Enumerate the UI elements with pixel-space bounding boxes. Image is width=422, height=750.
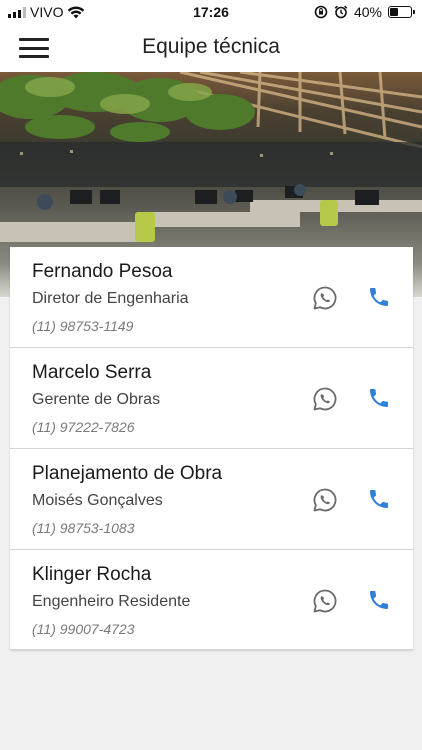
- wifi-icon: [68, 6, 85, 18]
- carrier-label: VIVO: [30, 4, 64, 20]
- status-left: VIVO: [8, 4, 85, 20]
- app-bar: Equipe técnica: [0, 24, 422, 72]
- contact-role: Gerente de Obras: [32, 391, 161, 408]
- contact-role: Moisés Gonçalves: [32, 492, 163, 509]
- contact-role: Engenheiro Residente: [32, 593, 191, 610]
- contact-card: Planejamento de Obra Moisés Gonçalves (1…: [10, 449, 413, 550]
- whatsapp-icon[interactable]: [312, 386, 338, 412]
- signal-icon: [8, 6, 26, 18]
- page-title: Equipe técnica: [142, 35, 280, 58]
- status-right: 40%: [314, 4, 415, 20]
- contact-name: Planejamento de Obra: [32, 463, 223, 484]
- contact-role: Diretor de Engenharia: [32, 290, 189, 307]
- contact-name: Fernando Pesoa: [32, 261, 173, 282]
- phone-icon[interactable]: [367, 487, 391, 511]
- phone-icon[interactable]: [367, 588, 391, 612]
- phone-icon[interactable]: [367, 285, 391, 309]
- contact-name: Marcelo Serra: [32, 362, 152, 383]
- contact-phone: (11) 98753-1149: [32, 318, 134, 334]
- phone-icon[interactable]: [367, 386, 391, 410]
- contact-phone: (11) 99007-4723: [32, 621, 135, 637]
- alarm-icon: [334, 5, 348, 19]
- battery-percent: 40%: [353, 4, 382, 20]
- battery-icon: [388, 6, 415, 18]
- contact-name: Klinger Rocha: [32, 564, 152, 585]
- whatsapp-icon[interactable]: [312, 588, 338, 614]
- contact-phone: (11) 98753-1083: [32, 520, 135, 536]
- whatsapp-icon[interactable]: [312, 285, 338, 311]
- whatsapp-icon[interactable]: [312, 487, 338, 513]
- contact-card: Fernando Pesoa Diretor de Engenharia (11…: [10, 247, 413, 348]
- rotation-lock-icon: [314, 5, 328, 19]
- contact-card: Marcelo Serra Gerente de Obras (11) 9722…: [10, 348, 413, 449]
- status-bar: VIVO 17:26 40%: [0, 0, 422, 24]
- contact-card: Klinger Rocha Engenheiro Residente (11) …: [10, 550, 413, 650]
- contact-phone: (11) 97222-7826: [32, 419, 135, 435]
